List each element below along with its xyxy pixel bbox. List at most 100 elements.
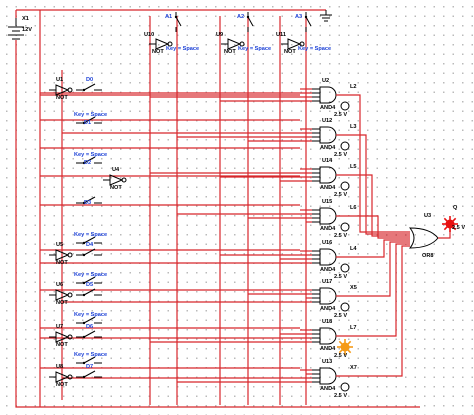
switch-label[interactable]: D0 [86,77,93,84]
switch-label[interactable]: D6 [86,324,93,331]
switch-key-label[interactable]: Key = Space [74,312,107,319]
probe-label: X5 [350,285,357,291]
switch-name-label[interactable]: D3 [84,200,91,207]
and-gate-u17[interactable] [312,287,337,305]
top-not-name: U11 [276,32,286,38]
left-not-type: NOT [56,382,68,388]
left-not-gate-u6[interactable] [49,289,73,301]
probe-voltage: 2.5 V [334,192,348,198]
top-not-type: NOT [152,49,164,55]
switch-key-label[interactable]: Key = Space [74,152,107,159]
and-gate-type: AND4 [320,105,336,111]
and-gate-u2[interactable] [312,86,337,104]
and-gate-type: AND4 [320,267,336,273]
and-gate-u15[interactable] [312,207,337,225]
switch-label[interactable]: D4 [86,242,93,249]
top-switch-key[interactable]: Key = Space [298,46,331,53]
switch-name-label[interactable]: D1 [84,120,91,127]
output-probe-voltage: 2.5 V [452,225,466,231]
switch-d0[interactable] [76,83,102,92]
probe-l5 [340,181,350,191]
switch-key-label[interactable]: Key = Space [74,272,107,279]
top-switch-key[interactable]: Key = Space [238,46,271,53]
or-gate-type: OR8 [422,253,434,259]
probe-label: L3 [350,124,357,130]
and-gate-u13[interactable] [312,367,337,385]
probe-label: L2 [350,84,357,90]
switch-key-label[interactable]: Key = Space [74,112,107,119]
and-gate-name: U17 [322,279,333,285]
left-not-name: U8 [56,364,64,370]
probe-label: X7 [350,365,357,371]
top-not-type: NOT [284,49,296,55]
and-gate-u14[interactable] [312,166,337,184]
switch-d6[interactable] [76,330,102,339]
top-not-name: U10 [144,32,155,38]
left-not-type: NOT [56,300,68,306]
top-not-name: U9 [216,32,224,38]
left-not-type: NOT [56,342,68,348]
left-not-name: U5 [56,242,64,248]
and-out-6[interactable] [336,243,410,337]
and-out-0[interactable] [336,94,410,233]
left-not-type: NOT [56,95,68,101]
battery-voltage: 12V [22,27,32,33]
switch-label[interactable]: D5 [86,282,93,289]
probe-l3 [340,141,350,151]
top-not-type: NOT [224,49,236,55]
schematic-canvas[interactable]: X1 12V A1 U10 NOT Key = Space A2 U9 NOT Key = Spa… [0,0,474,415]
left-not-gate-u8[interactable] [49,371,73,383]
left-not-gate-u5[interactable] [49,249,73,261]
and-gate-type: AND4 [320,306,336,312]
or-gate-name: U3 [424,213,432,219]
switch-label[interactable]: D7 [86,364,93,371]
and-gate-type: AND4 [320,226,336,232]
probe-l4 [340,263,350,273]
or-output-wire[interactable] [438,230,451,239]
and-out-5[interactable] [336,241,410,297]
top-switch-1[interactable] [174,12,182,32]
probe-label: L7 [350,325,357,331]
and-out-3[interactable] [336,215,410,239]
and-out-7[interactable] [336,245,410,377]
left-not-name: U7 [56,324,64,330]
probe-l2 [340,101,350,111]
probe-voltage: 2.5 V [334,233,348,239]
probe-label: L4 [350,246,357,252]
top-switch-label[interactable]: A3 [295,14,302,21]
and-gate-type: AND4 [320,185,336,191]
and-gate-name: U15 [322,199,333,205]
u4-type: NOT [110,185,122,191]
and-gate-name: U16 [322,240,333,246]
probe-voltage: 2.5 V [334,393,348,399]
top-switch-label[interactable]: A2 [237,14,244,21]
and-gate-name: U14 [322,158,333,164]
and-gate-type: AND4 [320,346,336,352]
probe-voltage: 2.5 V [334,353,348,359]
left-not-type: NOT [56,260,68,266]
probe-voltage: 2.5 V [334,112,348,118]
switch-key-label[interactable]: Key = Space [74,352,107,359]
and-gate-u18[interactable] [312,327,337,345]
and-gate-name: U2 [322,78,330,84]
left-not-gate-u7[interactable] [49,331,73,343]
switch-d7[interactable] [76,370,102,379]
and-gate-name: U18 [322,319,333,325]
top-switch-label[interactable]: A1 [165,14,172,21]
and-gate-type: AND4 [320,145,336,151]
output-probe-name: Q [453,205,458,211]
switch-name-label[interactable]: D2 [84,160,91,167]
and-out-2[interactable] [336,174,410,237]
or-gate-u3[interactable] [408,227,439,249]
and-gate-u12[interactable] [312,126,337,144]
circuit-wiring [8,9,458,408]
probe-voltage: 2.5 V [334,152,348,158]
probe-label: L6 [350,205,357,211]
u4-name: U4 [112,167,120,173]
battery-name: X1 [22,16,29,22]
ground-symbol [320,10,332,22]
probe-x5 [340,302,350,312]
and-gate-u16[interactable] [312,248,337,266]
top-switch-key[interactable]: Key = Space [166,46,199,53]
switch-key-label[interactable]: Key = Space [74,232,107,239]
